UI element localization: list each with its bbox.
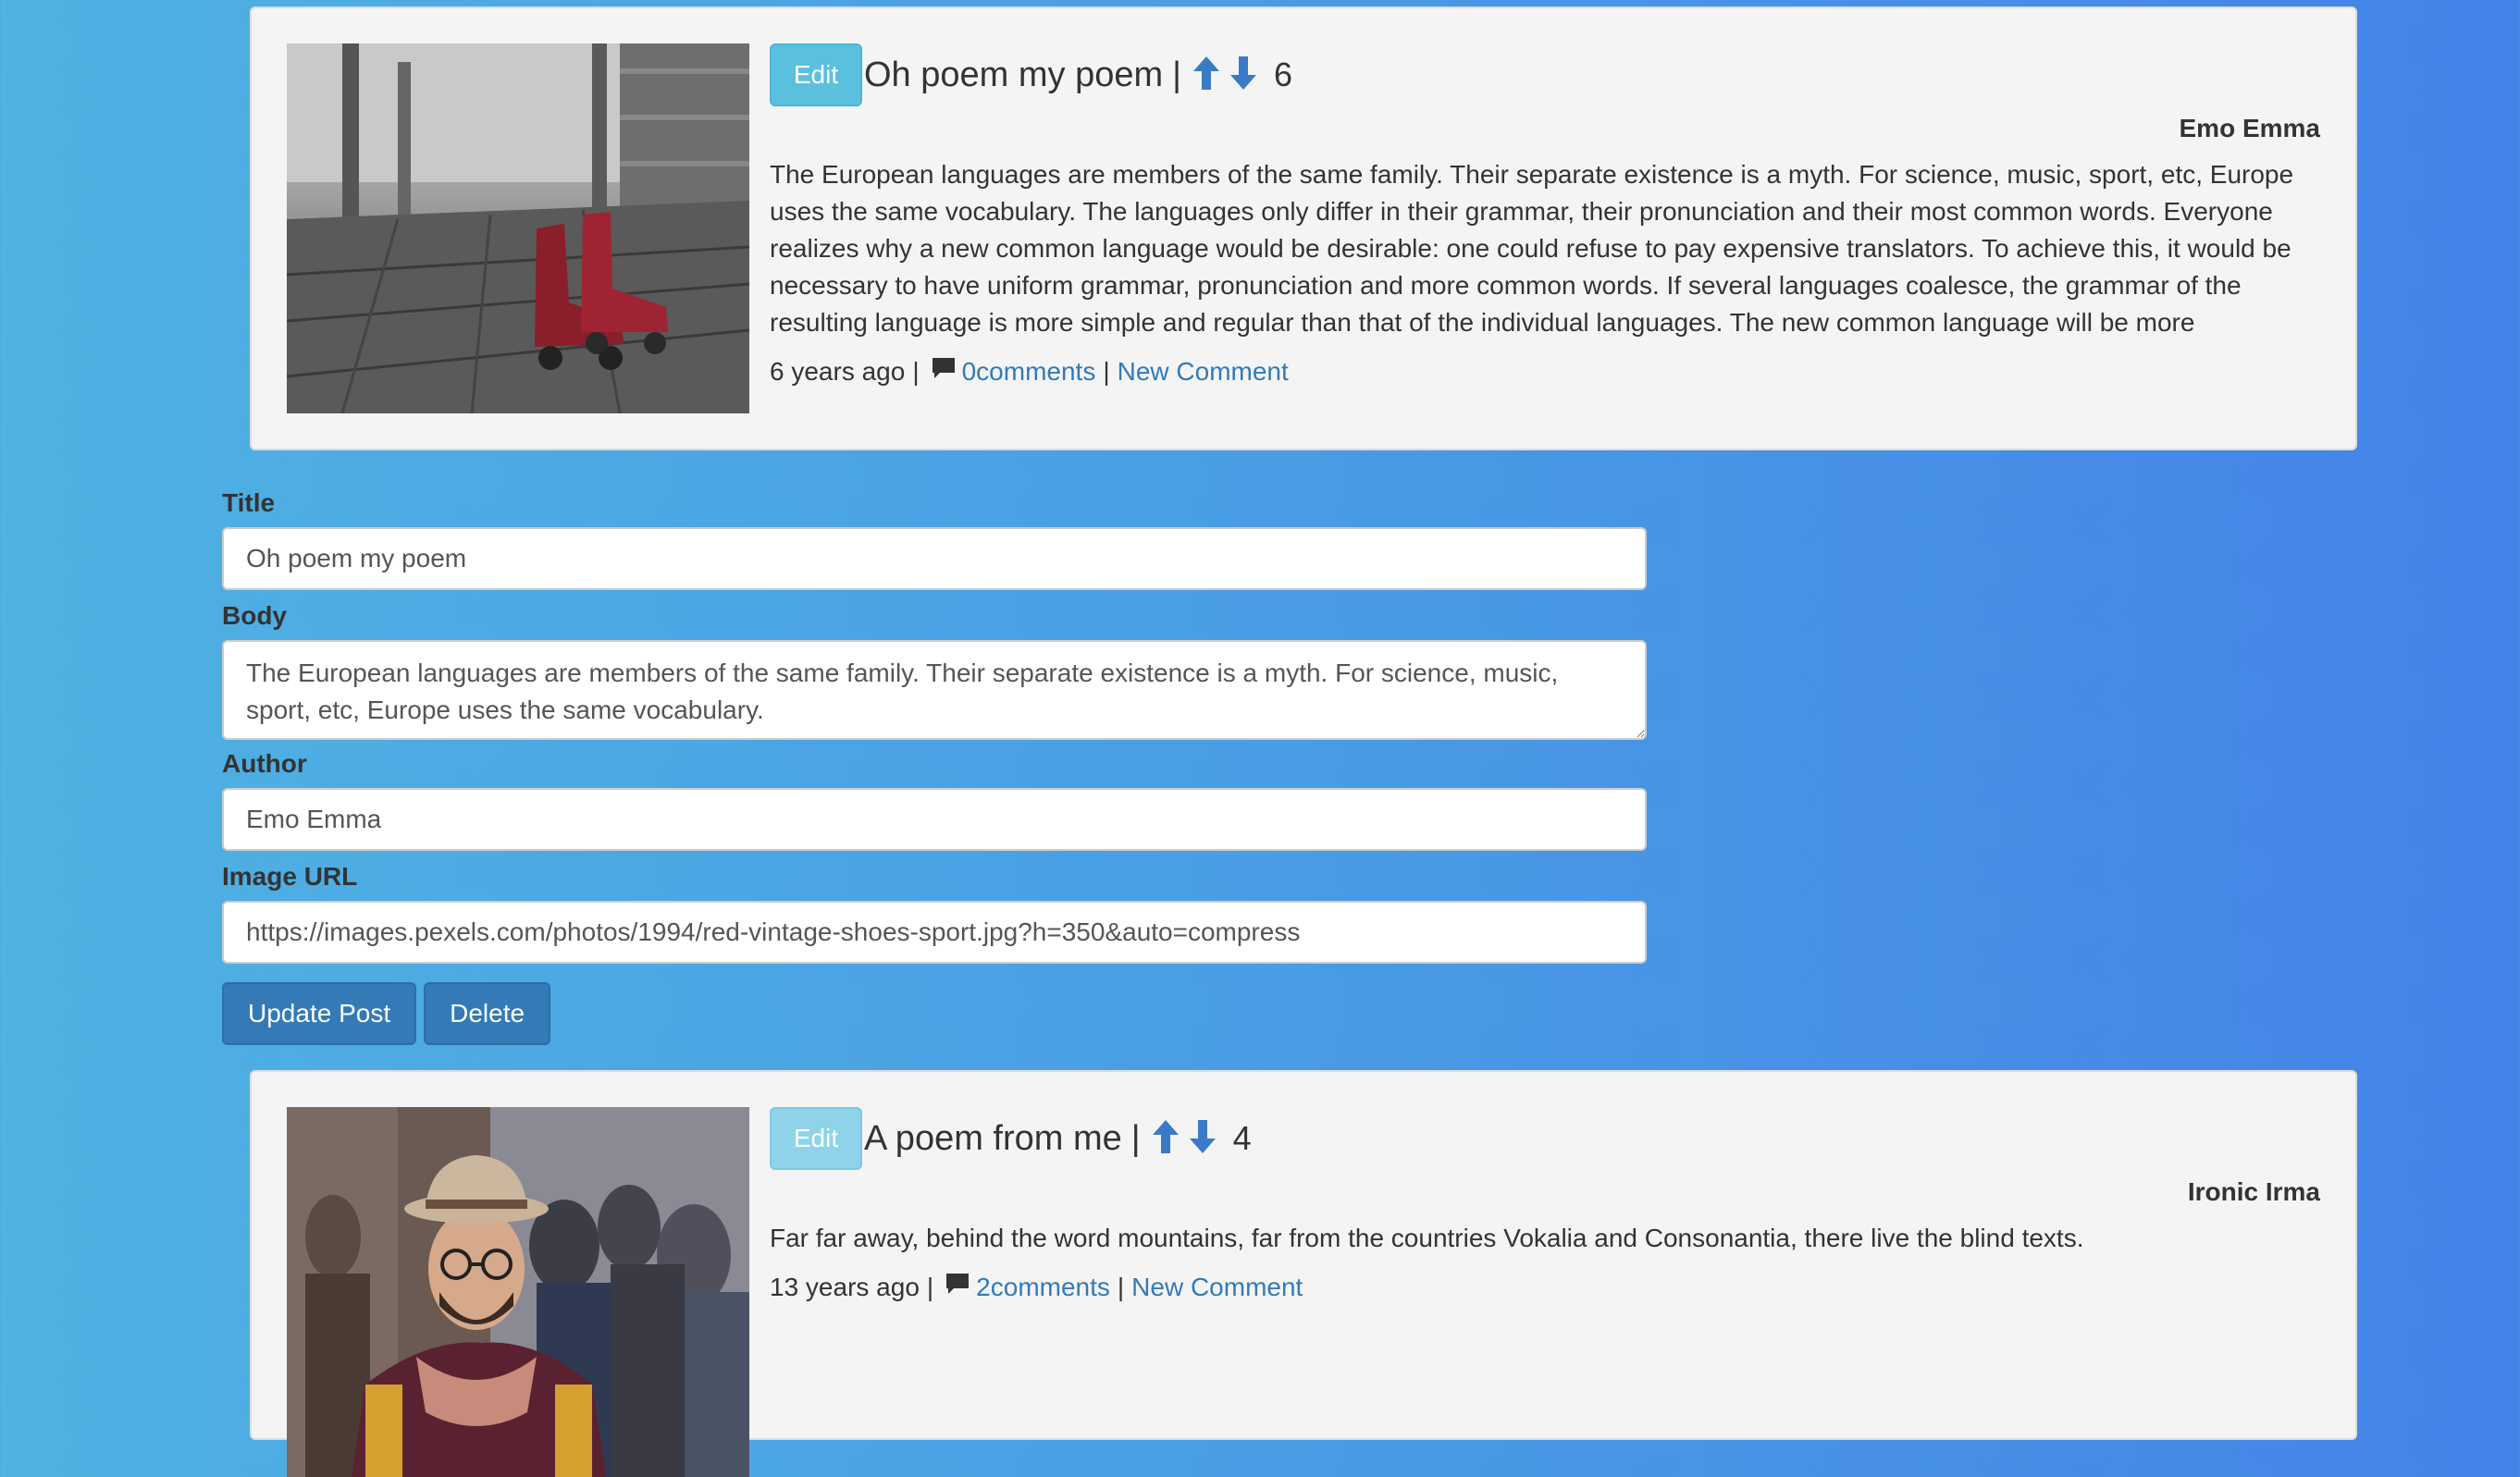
post-meta: 6 years ago | 0comments | New Comment — [770, 356, 2320, 387]
author-input[interactable] — [222, 788, 1647, 851]
edit-button[interactable]: Edit — [770, 1107, 862, 1170]
title-separator: | — [1172, 55, 1182, 94]
post-card: Edit Oh poem my poem | 6 Emo Emma The Eu… — [250, 6, 2357, 450]
post-time: 13 years ago — [770, 1272, 920, 1301]
post-time: 6 years ago — [770, 356, 906, 386]
meta-separator: | — [1103, 356, 1110, 386]
post-image — [287, 1107, 749, 1477]
post-image — [287, 43, 749, 413]
edit-post-form: Title Body The European languages are me… — [222, 488, 1647, 1045]
edit-button[interactable]: Edit — [770, 43, 862, 106]
upvote-arrow-icon[interactable] — [1152, 1118, 1180, 1160]
post-author: Emo Emma — [2179, 114, 2321, 142]
body-textarea[interactable]: The European languages are members of th… — [222, 640, 1647, 740]
post-title: A poem from me — [864, 1118, 1122, 1158]
image-url-label: Image URL — [222, 862, 358, 891]
meta-separator: | — [912, 356, 920, 386]
update-post-button[interactable]: Update Post — [222, 982, 417, 1045]
man-in-hat-image — [287, 1107, 749, 1477]
vote-count: 6 — [1274, 55, 1293, 93]
comment-icon — [931, 356, 957, 387]
post-body: Far far away, behind the word mountains,… — [770, 1224, 2084, 1252]
new-comment-link[interactable]: New Comment — [1118, 357, 1289, 387]
post-author: Ironic Irma — [2187, 1177, 2320, 1206]
title-label: Title — [222, 488, 276, 517]
post-card: Edit A poem from me | 4 Ironic Irma Far … — [250, 1070, 2357, 1477]
comments-link[interactable]: 2comments — [976, 1273, 1110, 1302]
comments-link[interactable]: 0comments — [962, 357, 1096, 387]
delete-button[interactable]: Delete — [424, 982, 551, 1045]
author-label: Author — [222, 749, 307, 778]
comment-icon — [945, 1272, 970, 1302]
post-meta: 13 years ago | 2comments | New Comment — [770, 1272, 2320, 1302]
upvote-arrow-icon[interactable] — [1192, 55, 1220, 96]
post-title: Oh poem my poem — [864, 55, 1164, 94]
post-body: The European languages are members of th… — [770, 160, 2294, 337]
body-label: Body — [222, 601, 287, 630]
meta-separator: | — [926, 1272, 934, 1301]
image-url-input[interactable] — [222, 901, 1647, 964]
meta-separator: | — [1117, 1272, 1125, 1301]
roller-skates-image — [287, 43, 749, 413]
downvote-arrow-icon[interactable] — [1229, 55, 1257, 96]
downvote-arrow-icon[interactable] — [1189, 1118, 1217, 1160]
new-comment-link[interactable]: New Comment — [1131, 1273, 1303, 1302]
vote-count: 4 — [1232, 1119, 1252, 1157]
title-separator: | — [1130, 1118, 1141, 1158]
title-input[interactable] — [222, 527, 1647, 590]
